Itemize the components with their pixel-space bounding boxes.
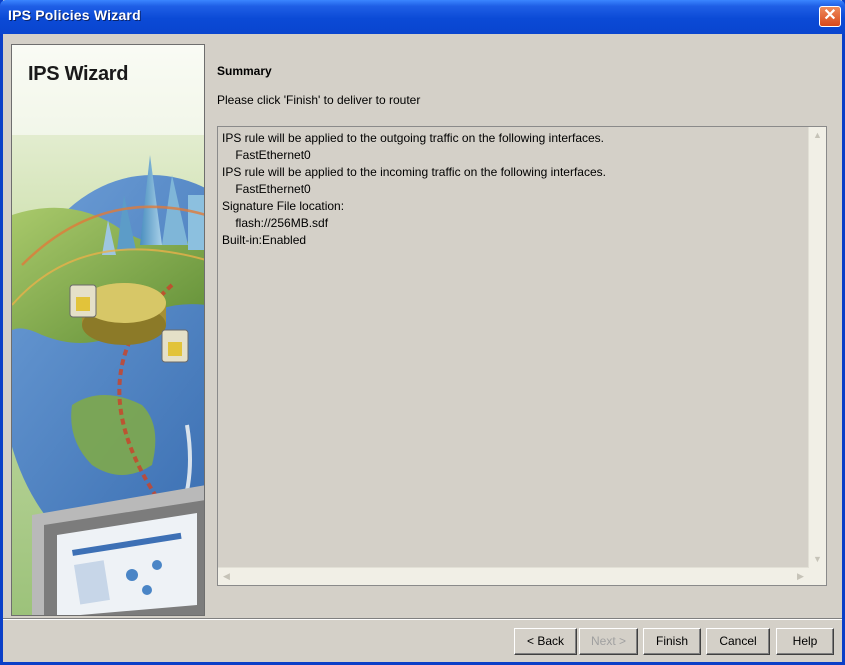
vertical-scrollbar[interactable]: ▲ ▼: [808, 127, 826, 568]
summary-line: flash://256MB.sdf: [222, 216, 329, 230]
back-button[interactable]: < Back: [514, 628, 577, 655]
scroll-left-icon[interactable]: ◀: [218, 568, 235, 585]
scrollbar-corner: [809, 568, 826, 585]
next-button[interactable]: Next >: [579, 628, 638, 655]
help-button[interactable]: Help: [776, 628, 834, 655]
button-separator: [3, 618, 842, 620]
window-title: IPS Policies Wizard: [8, 7, 141, 23]
close-icon: ✕: [823, 7, 837, 24]
scroll-down-icon[interactable]: ▼: [809, 551, 826, 568]
summary-line: IPS rule will be applied to the outgoing…: [222, 131, 605, 145]
scroll-right-icon[interactable]: ▶: [792, 568, 809, 585]
title-bar[interactable]: IPS Policies Wizard ✕: [0, 0, 845, 34]
cancel-button[interactable]: Cancel: [706, 628, 770, 655]
summary-line: FastEthernet0: [222, 182, 311, 196]
finish-button[interactable]: Finish: [643, 628, 701, 655]
wizard-window: IPS Policies Wizard ✕ IPS Wizard Summary…: [0, 0, 845, 665]
summary-line: Signature File location:: [222, 199, 345, 213]
summary-textarea[interactable]: IPS rule will be applied to the outgoing…: [217, 126, 827, 586]
close-button[interactable]: ✕: [819, 6, 841, 27]
scroll-up-icon[interactable]: ▲: [809, 127, 826, 144]
page-heading: Summary: [217, 64, 272, 78]
wizard-side-title: IPS Wizard: [28, 63, 129, 85]
wizard-illustration-panel: IPS Wizard: [11, 44, 205, 616]
summary-text: IPS rule will be applied to the outgoing…: [222, 130, 807, 249]
horizontal-scrollbar[interactable]: ◀ ▶: [218, 567, 809, 585]
page-instruction: Please click 'Finish' to deliver to rout…: [217, 93, 421, 107]
dialog-content: IPS Wizard Summary Please click 'Finish'…: [3, 34, 842, 662]
summary-line: FastEthernet0: [222, 148, 311, 162]
network-illustration: [12, 45, 204, 615]
summary-line: Built-in:Enabled: [222, 233, 307, 247]
summary-line: IPS rule will be applied to the incoming…: [222, 165, 606, 179]
